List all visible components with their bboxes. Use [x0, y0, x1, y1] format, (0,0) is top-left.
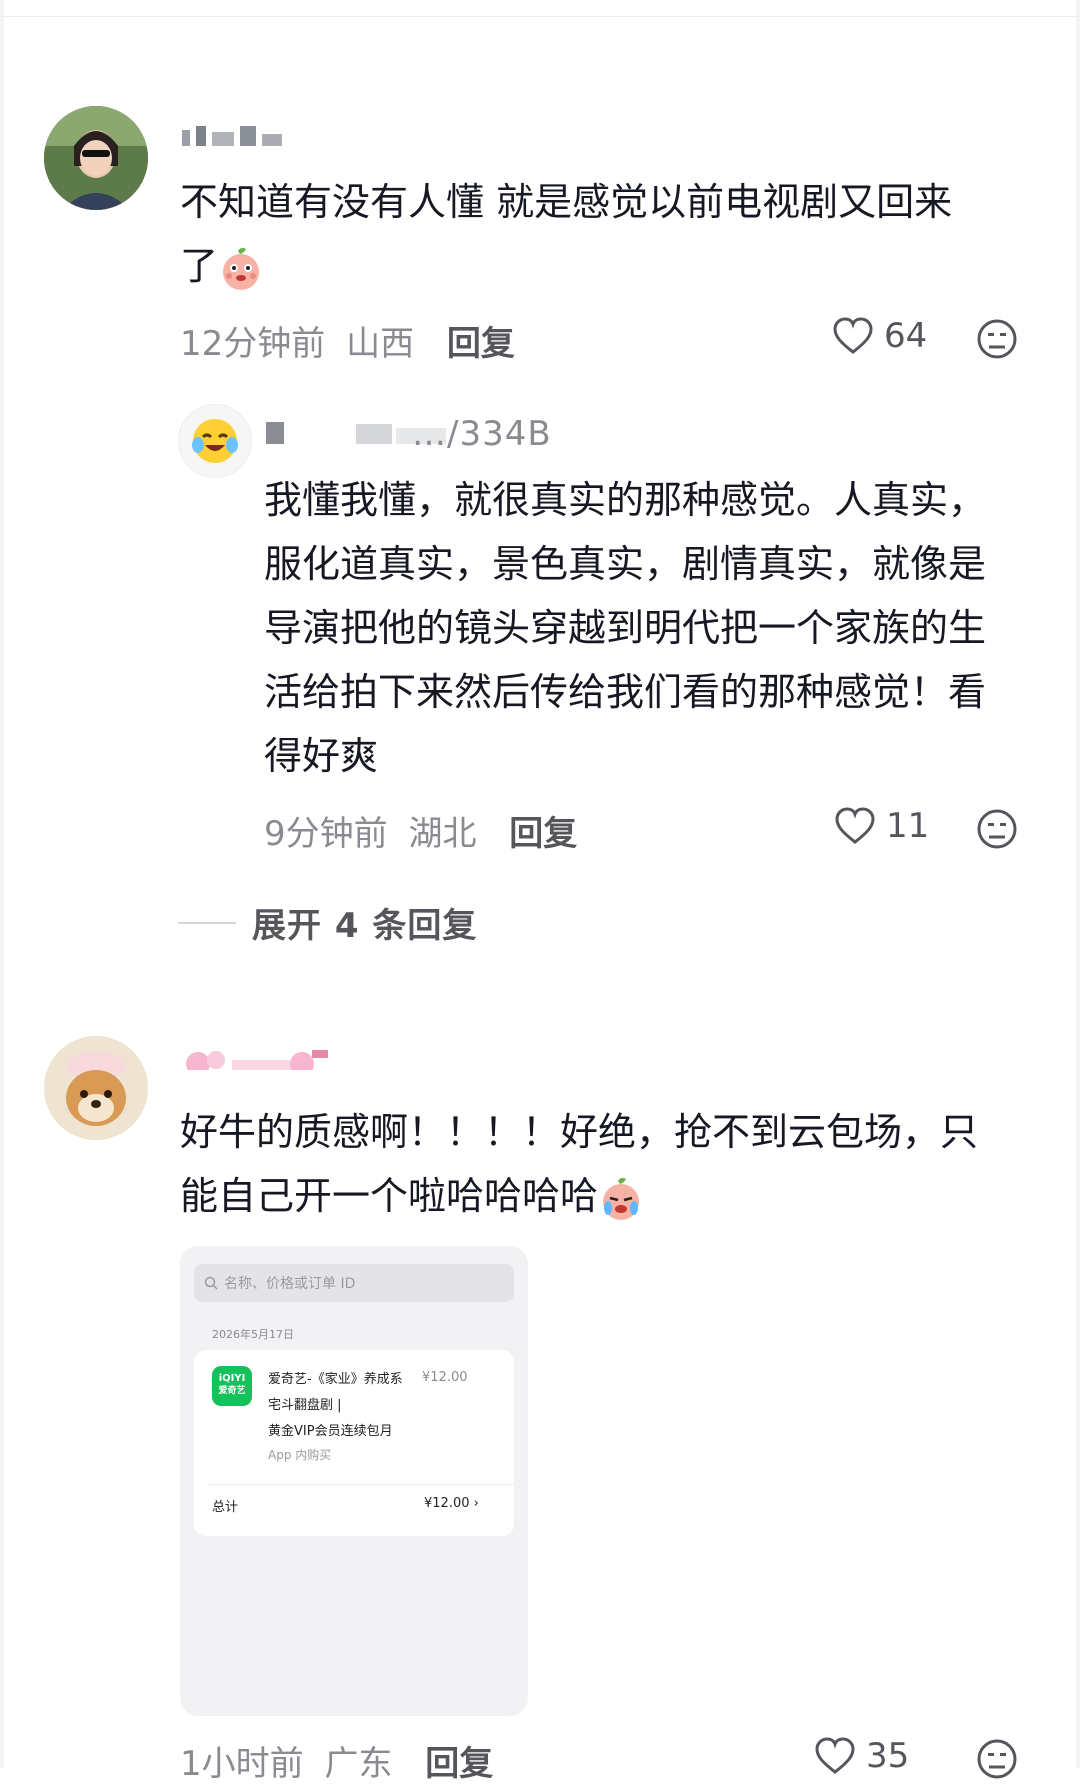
avatar[interactable]: [44, 106, 148, 210]
screenshot-divider: [208, 1484, 514, 1485]
comment-text-line: 不知道有没有人懂 就是感觉以前电视剧又回来: [180, 180, 953, 224]
like-count: 35: [866, 1736, 910, 1776]
comment-text-line: 好牛的质感啊！！！！好绝，抢不到云包场，只: [180, 1110, 979, 1154]
reply-button[interactable]: 回复: [509, 814, 577, 854]
top-divider: [0, 16, 1080, 17]
search-icon: [204, 1276, 218, 1290]
sad-face-icon[interactable]: [976, 318, 1018, 360]
reply-text-line: 我懂我懂，就很真实的那种感觉。人真实，: [264, 478, 987, 522]
like-button[interactable]: 35: [814, 1736, 909, 1776]
username-blurred: [182, 126, 282, 146]
screenshot-total-value: ¥12.00 ›: [424, 1496, 479, 1511]
comment-location: 山西: [346, 324, 415, 364]
screenshot-total-label: 总计: [212, 1500, 239, 1515]
avatar[interactable]: [44, 1036, 148, 1140]
reply-text-line: 服化道真实，景色真实，剧情真实，就像是: [264, 542, 987, 586]
reply-location: 湖北: [408, 814, 477, 854]
reply-button[interactable]: 回复: [447, 324, 515, 364]
like-count: 11: [886, 806, 930, 846]
screenshot-product-line: 宅斗翻盘剧 |: [268, 1398, 342, 1413]
heart-icon: [833, 317, 873, 354]
reply-username[interactable]: …/334B: [412, 414, 552, 454]
screenshot-search-bar: 名称、价格或订单 ID: [194, 1264, 514, 1302]
screenshot-product-line: 黄金VIP会员连续包月: [268, 1424, 393, 1439]
reply-button[interactable]: 回复: [425, 1744, 493, 1784]
reply-text-line: 活给拍下来然后传给我们看的那种感觉！看: [264, 670, 987, 714]
comment-meta: 12分钟前 山西 回复: [180, 316, 515, 365]
comment-time: 1小时前: [180, 1744, 304, 1784]
comment-text: 好牛的质感啊！！！！好绝，抢不到云包场，只 能自己开一个啦哈哈哈哈: [180, 1100, 1050, 1228]
reply-avatar[interactable]: [178, 404, 252, 478]
screenshot-search-placeholder: 名称、价格或订单 ID: [224, 1276, 356, 1292]
heart-icon: [815, 1737, 855, 1774]
order-screenshot-image[interactable]: 名称、价格或订单 ID 2026年5月17日 iQIYI 爱奇艺 爱奇艺-《家业…: [180, 1246, 528, 1716]
screenshot-order-card: iQIYI 爱奇艺 爱奇艺-《家业》养成系 宅斗翻盘剧 | 黄金VIP会员连续包…: [194, 1350, 514, 1536]
page-edge-right: [1076, 0, 1080, 1768]
like-button[interactable]: 64: [832, 316, 927, 356]
like-button[interactable]: 11: [834, 806, 929, 846]
expand-divider: [178, 921, 236, 924]
screenshot-price: ¥12.00: [422, 1370, 468, 1385]
expand-replies-label: 展开 4 条回复: [252, 906, 478, 946]
username-blurred: [186, 1050, 328, 1070]
crying-peach-emoji: [603, 1177, 640, 1220]
screenshot-date: 2026年5月17日: [212, 1328, 294, 1341]
comment-time: 12分钟前: [180, 324, 326, 364]
reply-text-line: 导演把他的镜头穿越到明代把一个家族的生: [264, 606, 987, 650]
iqiyi-app-icon: iQIYI 爱奇艺: [212, 1366, 252, 1406]
expand-replies-button[interactable]: 展开 4 条回复: [178, 898, 477, 947]
reply-text-line: 得好爽: [264, 734, 379, 778]
like-count: 64: [884, 316, 928, 356]
comment-meta: 1小时前 广东 回复: [180, 1736, 493, 1785]
screenshot-product-line: 爱奇艺-《家业》养成系: [268, 1372, 403, 1387]
comment-text-line: 能自己开一个啦哈哈哈哈: [180, 1164, 1050, 1228]
comment-text: 不知道有没有人懂 就是感觉以前电视剧又回来 了: [180, 170, 1040, 298]
heart-icon: [835, 807, 875, 844]
peach-face-emoji: [223, 247, 260, 290]
sad-face-icon[interactable]: [976, 1738, 1018, 1780]
reply-time: 9分钟前: [264, 814, 388, 854]
reply-text: 我懂我懂，就很真实的那种感觉。人真实， 服化道真实，景色真实，剧情真实，就像是 …: [264, 468, 1054, 788]
comment-text-line: 了: [180, 234, 1040, 298]
comment-location: 广东: [324, 1744, 393, 1784]
sad-face-icon[interactable]: [976, 808, 1018, 850]
reply-meta: 9分钟前 湖北 回复: [264, 806, 577, 855]
page-edge-left: [0, 0, 4, 1768]
screenshot-in-app-purchase: App 内购买: [268, 1448, 332, 1462]
